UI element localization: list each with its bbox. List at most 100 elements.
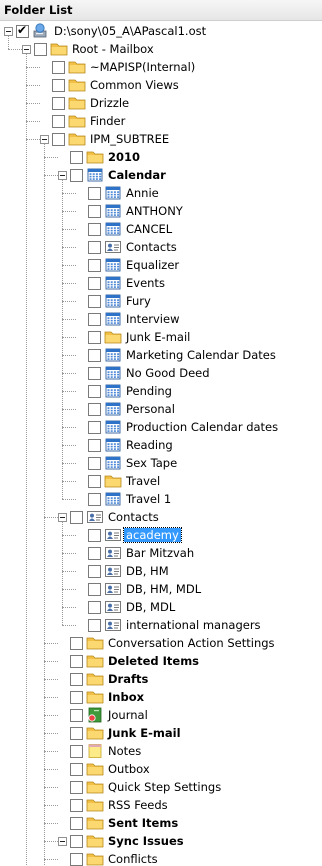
tree-item[interactable]: ~MAPISP(Internal) [0,58,322,76]
item-checkbox[interactable] [88,529,101,542]
tree-item[interactable]: Junk E-mail [0,724,322,742]
tree-item[interactable]: ANTHONY [0,202,322,220]
tree-item[interactable]: DB, HM [0,562,322,580]
item-checkbox[interactable] [88,295,101,308]
tree-item[interactable]: Conversation Action Settings [0,634,322,652]
tree-item[interactable]: Deleted Items [0,652,322,670]
item-checkbox[interactable] [70,727,83,740]
tree-item[interactable]: IPM_SUBTREE [0,130,322,148]
item-checkbox[interactable] [70,511,83,524]
tree-item[interactable]: Fury [0,292,322,310]
item-checkbox[interactable] [88,241,101,254]
item-checkbox[interactable] [88,547,101,560]
item-checkbox[interactable] [88,277,101,290]
collapse-toggle-icon[interactable] [40,135,49,144]
tree-item[interactable]: Reading [0,436,322,454]
item-checkbox[interactable] [70,745,83,758]
collapse-toggle-icon[interactable] [58,171,67,180]
tree-item[interactable]: RSS Feeds [0,796,322,814]
item-checkbox[interactable] [52,133,65,146]
tree-item[interactable]: Sent Items [0,814,322,832]
collapse-toggle-icon[interactable] [58,513,67,522]
tree-item[interactable]: Journal [0,706,322,724]
tree-item[interactable]: Equalizer [0,256,322,274]
item-checkbox[interactable] [70,673,83,686]
item-checkbox[interactable] [70,169,83,182]
item-checkbox[interactable] [88,259,101,272]
item-checkbox[interactable] [70,691,83,704]
tree-item[interactable]: CANCEL [0,220,322,238]
tree-item[interactable]: Sync Issues [0,832,322,850]
tree-item[interactable]: Bar Mitzvah [0,544,322,562]
tree-item[interactable]: Notes [0,742,322,760]
tree-item[interactable]: Common Views [0,76,322,94]
item-checkbox[interactable] [52,115,65,128]
item-checkbox[interactable] [88,493,101,506]
tree-item[interactable]: Junk E-mail [0,328,322,346]
tree-item[interactable]: Personal [0,400,322,418]
item-checkbox[interactable] [88,475,101,488]
tree-item[interactable]: Drizzle [0,94,322,112]
collapse-toggle-icon[interactable] [4,27,13,36]
tree-item[interactable]: 2010 [0,148,322,166]
item-checkbox[interactable] [88,565,101,578]
tree-item[interactable]: Calendar [0,166,322,184]
item-checkbox[interactable] [88,331,101,344]
item-checkbox[interactable] [88,205,101,218]
tree-item[interactable]: Travel [0,472,322,490]
tree-item[interactable]: Root - Mailbox [0,40,322,58]
tree-item[interactable]: Quick Step Settings [0,778,322,796]
tree-item[interactable]: Inbox [0,688,322,706]
item-checkbox[interactable] [88,439,101,452]
item-checkbox[interactable] [88,385,101,398]
tree-item[interactable]: Events [0,274,322,292]
tree-item[interactable]: academy [0,526,322,544]
collapse-toggle-icon[interactable] [58,837,67,846]
item-checkbox[interactable] [70,151,83,164]
tree-item[interactable]: Interview [0,310,322,328]
item-checkbox[interactable] [88,403,101,416]
tree-item[interactable]: Marketing Calendar Dates [0,346,322,364]
tree-item[interactable]: Sex Tape [0,454,322,472]
item-checkbox[interactable] [70,781,83,794]
item-checkbox[interactable] [70,817,83,830]
tree-item[interactable]: international managers [0,616,322,634]
collapse-toggle-icon[interactable] [22,45,31,54]
item-checkbox[interactable] [88,457,101,470]
item-checkbox[interactable] [88,367,101,380]
tree-item[interactable]: Travel 1 [0,490,322,508]
tree-item[interactable]: Conflicts [0,850,322,866]
item-checkbox[interactable] [70,853,83,866]
item-checkbox[interactable] [88,619,101,632]
item-checkbox[interactable] [70,835,83,848]
tree-item[interactable]: Drafts [0,670,322,688]
tree-item[interactable]: Pending [0,382,322,400]
item-checkbox[interactable] [88,187,101,200]
item-checkbox[interactable] [52,97,65,110]
item-checkbox[interactable] [34,43,47,56]
item-checkbox[interactable] [70,709,83,722]
tree-item[interactable]: No Good Deed [0,364,322,382]
folder-tree[interactable]: D:\sony\05_A\APascal1.ost Root - Mailbox ~… [0,22,322,866]
item-checkbox[interactable] [88,223,101,236]
tree-item[interactable]: Outbox [0,760,322,778]
item-checkbox[interactable] [52,61,65,74]
tree-item[interactable]: Contacts [0,238,322,256]
item-checkbox[interactable] [88,583,101,596]
item-checkbox[interactable] [88,313,101,326]
tree-item[interactable]: D:\sony\05_A\APascal1.ost [0,22,322,40]
item-checkbox[interactable] [70,763,83,776]
tree-item[interactable]: DB, HM, MDL [0,580,322,598]
item-checkbox[interactable] [70,799,83,812]
item-checkbox[interactable] [70,655,83,668]
tree-item[interactable]: Production Calendar dates [0,418,322,436]
item-checkbox[interactable] [88,601,101,614]
tree-item[interactable]: Annie [0,184,322,202]
item-checkbox[interactable] [70,637,83,650]
item-checkbox[interactable] [88,421,101,434]
item-checkbox[interactable] [88,349,101,362]
item-checkbox[interactable] [16,23,29,38]
tree-item[interactable]: Contacts [0,508,322,526]
tree-item[interactable]: Finder [0,112,322,130]
item-checkbox[interactable] [52,79,65,92]
